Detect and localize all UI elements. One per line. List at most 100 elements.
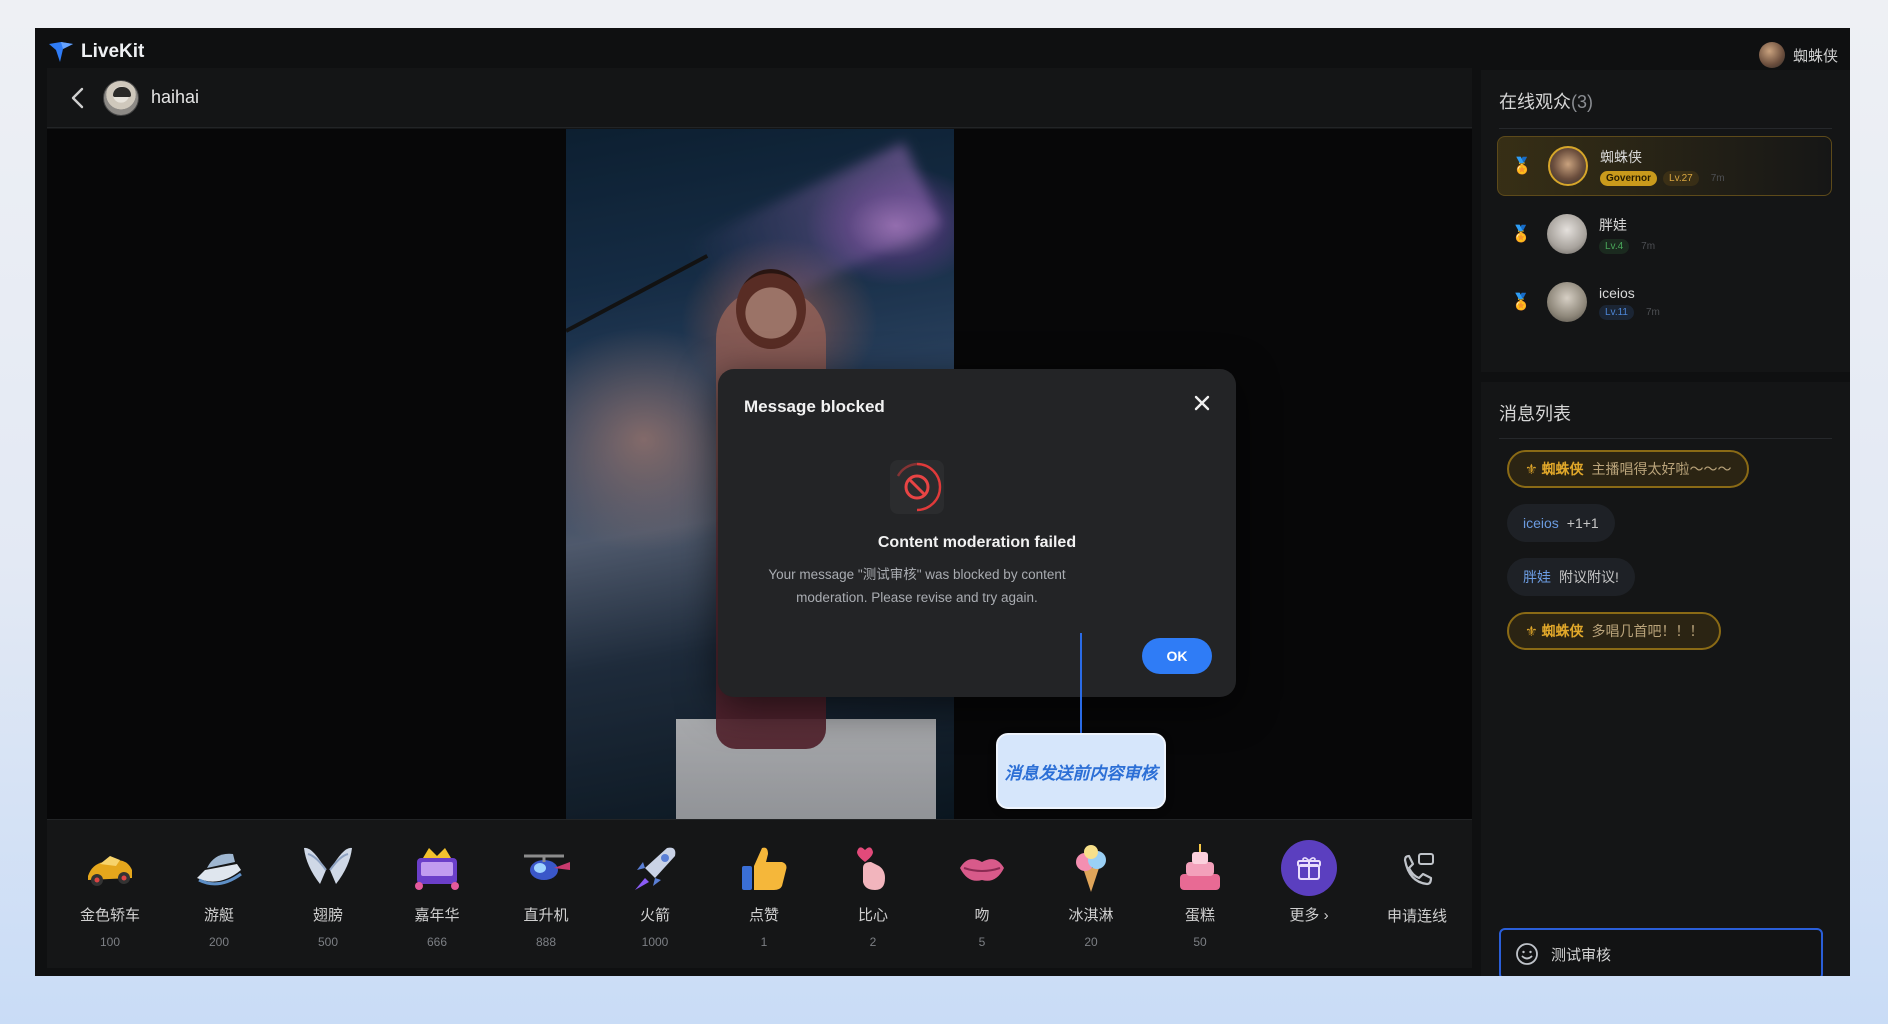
gift-price: 5	[978, 935, 986, 949]
viewer-name: 胖娃	[1599, 216, 1627, 233]
gift-item[interactable]: 冰淇淋 20	[1046, 840, 1136, 949]
side-panel: 在线观众(3) 🏅 蜘蛛侠 Governor Lv.27 7m 🏅 胖娃 Lv.…	[1481, 68, 1850, 976]
gift-bar: 金色轿车 100 游艇 200 翅膀 500 嘉年华 666 直升机 888 火…	[47, 819, 1472, 968]
gift-item[interactable]: 蛋糕 50	[1155, 840, 1245, 949]
carnival-icon	[409, 840, 465, 896]
gift-name: 游艇	[203, 907, 234, 924]
viewer-name: iceios	[1599, 284, 1635, 301]
gift-item[interactable]: 直升机 888	[501, 840, 591, 949]
audience-count: (3)	[1571, 92, 1593, 112]
level-badge: Lv.11	[1599, 304, 1634, 320]
thumbs-up-icon	[736, 840, 792, 896]
viewer-name: 蜘蛛侠	[1600, 148, 1642, 165]
message-input[interactable]	[1551, 945, 1801, 963]
gift-name: 金色轿车	[79, 907, 140, 924]
viewer-item[interactable]: 🏅 iceios Lv.11 7m	[1497, 272, 1832, 332]
gift-price: 1	[760, 935, 768, 949]
gift-name: 蛋糕	[1184, 907, 1215, 924]
gift-price: 500	[317, 935, 339, 949]
moderation-callout: 消息发送前内容审核	[996, 733, 1166, 809]
host-name: haihai	[151, 87, 200, 107]
message-item: ⚜ 蜘蛛侠 主播唱得太好啦～～～	[1507, 450, 1750, 488]
apply-connect-button[interactable]: 申请连线	[1372, 850, 1462, 926]
cake-icon	[1172, 840, 1228, 896]
gift-item[interactable]: 火箭 1000	[610, 840, 700, 949]
more-gifts-button[interactable]: 更多 ›	[1264, 840, 1354, 925]
app-window: LiveKit 蜘蛛侠 haihai 金色轿车 100 游艇 200 翅膀 50…	[35, 28, 1850, 976]
phone-link-icon	[1403, 853, 1434, 886]
message-blocked-dialog: Message blocked Content moderation faile…	[718, 369, 1236, 697]
gift-item[interactable]: 吻 5	[937, 840, 1027, 949]
message-user: ⚜ 蜘蛛侠	[1525, 623, 1584, 639]
message-item: 胖娃 附议附议!	[1507, 558, 1635, 596]
gift-price: 888	[535, 935, 557, 949]
message-text: 主播唱得太好啦～～～	[1591, 461, 1732, 477]
gift-name: 比心	[857, 907, 888, 924]
watch-time: 7m	[1710, 172, 1725, 184]
gift-item[interactable]: 游艇 200	[174, 840, 264, 949]
gift-name: 嘉年华	[414, 907, 460, 924]
blocked-icon	[890, 460, 944, 514]
gift-item[interactable]: 嘉年华 666	[392, 840, 482, 949]
gift-item[interactable]: 翅膀 500	[283, 840, 373, 949]
audience-panel: 在线观众(3) 🏅 蜘蛛侠 Governor Lv.27 7m 🏅 胖娃 Lv.…	[1481, 70, 1850, 372]
logo: LiveKit	[47, 40, 144, 64]
current-user[interactable]: 蜘蛛侠	[1758, 42, 1838, 68]
back-icon[interactable]	[63, 83, 93, 113]
rocket-icon	[627, 840, 683, 896]
dialog-body: Your message "测试审核" was blocked by conte…	[768, 567, 1066, 605]
current-user-name: 蜘蛛侠	[1792, 47, 1838, 65]
gift-name: 火箭	[639, 907, 670, 924]
message-item: iceios +1+1	[1507, 504, 1615, 542]
avatar	[1548, 146, 1588, 186]
wings-icon	[300, 840, 356, 896]
viewer-item[interactable]: 🏅 蜘蛛侠 Governor Lv.27 7m	[1497, 136, 1832, 196]
gift-price: 1000	[641, 935, 669, 949]
gift-name: 翅膀	[312, 907, 343, 924]
gift-item[interactable]: 点赞 1	[719, 840, 809, 949]
gift-name: 冰淇淋	[1068, 907, 1114, 924]
message-text: +1+1	[1566, 515, 1599, 531]
livekit-logo-icon	[49, 42, 73, 62]
gift-item[interactable]: 比心 2	[828, 840, 918, 949]
gift-item[interactable]: 金色轿车 100	[65, 840, 155, 949]
level-badge: Lv.4	[1599, 238, 1630, 254]
finger-heart-icon	[845, 840, 901, 896]
governor-badge: Governor	[1600, 170, 1658, 186]
ice-cream-icon	[1063, 840, 1119, 896]
gold-car-icon	[82, 840, 138, 896]
message-text: 附议附议!	[1559, 569, 1619, 585]
gift-price: 100	[99, 935, 121, 949]
connect-label: 申请连线	[1386, 908, 1447, 925]
more-label: 更多	[1289, 907, 1320, 924]
level-badge: Lv.27	[1663, 170, 1699, 186]
gift-price: 20	[1084, 935, 1098, 949]
host-avatar[interactable]	[103, 79, 139, 116]
message-item: ⚜ 蜘蛛侠 多唱几首吧！！！	[1507, 612, 1722, 650]
emoji-icon[interactable]	[1515, 942, 1539, 966]
watch-time: 7m	[1645, 306, 1660, 318]
gold-medal-icon: 🏅	[1512, 158, 1532, 175]
viewer-item[interactable]: 🏅 胖娃 Lv.4 7m	[1497, 204, 1832, 264]
close-icon[interactable]	[1188, 389, 1216, 417]
watch-time: 7m	[1641, 240, 1656, 252]
gift-price: 50	[1193, 935, 1207, 949]
gift-name: 吻	[974, 907, 990, 924]
helicopter-icon	[518, 840, 574, 896]
yacht-icon	[191, 840, 247, 896]
message-input-box[interactable]	[1499, 928, 1823, 976]
ok-button[interactable]: OK	[1142, 638, 1212, 674]
chevron-right-icon: ›	[1323, 907, 1329, 924]
silver-medal-icon: 🏅	[1511, 226, 1531, 243]
live-header: haihai	[47, 68, 1472, 128]
message-panel: 消息列表 ⚜ 蜘蛛侠 主播唱得太好啦～～～ iceios +1+1 胖娃 附议附…	[1481, 382, 1850, 976]
audience-title: 在线观众(3)	[1499, 92, 1593, 112]
gift-price: 200	[208, 935, 230, 949]
gift-name: 点赞	[748, 907, 779, 924]
bronze-medal-icon: 🏅	[1511, 294, 1531, 311]
top-bar: LiveKit 蜘蛛侠	[35, 28, 1850, 68]
avatar	[1547, 214, 1587, 254]
dialog-heading: Content moderation failed	[877, 534, 1077, 551]
message-user: ⚜ 蜘蛛侠	[1525, 461, 1584, 477]
callout-connector	[1080, 633, 1082, 733]
